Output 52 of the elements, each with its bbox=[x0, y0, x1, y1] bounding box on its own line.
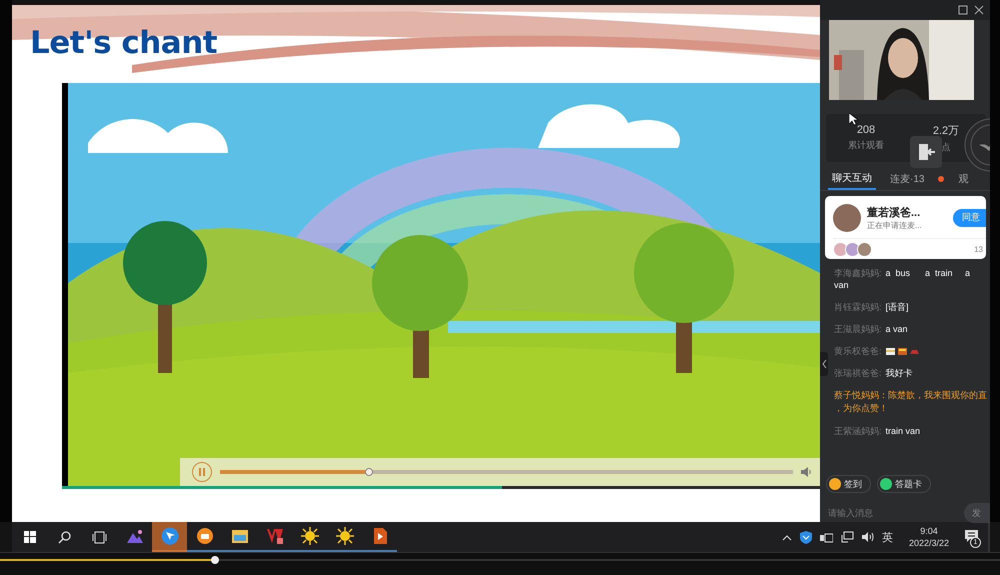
slide-title: Let's chant bbox=[30, 25, 218, 61]
chat-message: 王紫涵妈妈: train van bbox=[834, 425, 922, 437]
sun-app-icon bbox=[336, 527, 354, 545]
seek-handle[interactable] bbox=[364, 468, 373, 476]
message-input[interactable]: 请输入消息 bbox=[828, 508, 964, 518]
tab[interactable]: 观 bbox=[954, 168, 972, 190]
document-app-icon bbox=[266, 527, 284, 545]
paper-plane-app-icon bbox=[160, 527, 178, 545]
windows-icon bbox=[24, 531, 36, 543]
sun-app-icon bbox=[300, 527, 318, 545]
chat-message: 肖钰霖妈妈: [语音] bbox=[834, 301, 910, 313]
search-icon bbox=[58, 530, 71, 544]
request-count: 13 bbox=[974, 245, 984, 254]
stat-label: 累计观看 bbox=[848, 139, 884, 152]
quick-action-button[interactable]: 答题卡 bbox=[877, 475, 931, 493]
bus-emoji-icon bbox=[898, 348, 907, 355]
shield-icon[interactable] bbox=[800, 530, 812, 544]
stat-label: 点 bbox=[942, 140, 950, 154]
tab[interactable]: 聊天互动 bbox=[828, 168, 876, 190]
stat-value: 2.2万 bbox=[932, 124, 960, 138]
chat-message: 张瑞祺爸爸: 我好卡 bbox=[834, 367, 914, 379]
stat-value: 208 bbox=[856, 124, 876, 136]
requester-name: 董若溪爸... bbox=[867, 206, 922, 220]
exit-button[interactable] bbox=[910, 136, 942, 168]
chevron-up-icon[interactable] bbox=[782, 534, 792, 540]
clock[interactable]: 9:04 2022/3/22 bbox=[900, 525, 957, 549]
card-emoji-icon bbox=[886, 348, 895, 355]
car-emoji-icon bbox=[910, 348, 919, 356]
close-icon[interactable] bbox=[974, 5, 984, 15]
camera-app-icon bbox=[196, 527, 214, 545]
mountain-app-icon bbox=[126, 528, 144, 546]
chat-message: 李海鑫妈妈: a bus a train a van bbox=[834, 267, 972, 291]
cursor-icon bbox=[849, 113, 859, 126]
input-method-indicator[interactable]: 英 bbox=[882, 530, 893, 544]
request-status: 正在申请连麦... bbox=[867, 220, 922, 230]
chevron-left-icon bbox=[822, 360, 826, 368]
exit-icon bbox=[916, 143, 936, 161]
task-view-icon bbox=[92, 530, 107, 544]
network-icon[interactable] bbox=[840, 531, 854, 543]
pause-icon bbox=[199, 468, 205, 476]
quick-action-button[interactable]: 签到 bbox=[826, 475, 871, 493]
battery-icon[interactable] bbox=[820, 532, 833, 542]
chat-message: 王滋晨妈妈: a van bbox=[834, 323, 909, 335]
maximize-icon[interactable] bbox=[958, 5, 968, 15]
volume-icon[interactable] bbox=[862, 531, 874, 543]
timeline-track[interactable] bbox=[0, 559, 1000, 561]
tab[interactable]: 连麦·13 bbox=[886, 168, 928, 190]
sender-name: 黄乐权爸爸: bbox=[834, 346, 882, 356]
avatar bbox=[833, 204, 861, 232]
folder-app-icon bbox=[230, 527, 248, 545]
collapse-handle[interactable] bbox=[820, 352, 828, 376]
timeline-handle[interactable] bbox=[211, 556, 219, 564]
